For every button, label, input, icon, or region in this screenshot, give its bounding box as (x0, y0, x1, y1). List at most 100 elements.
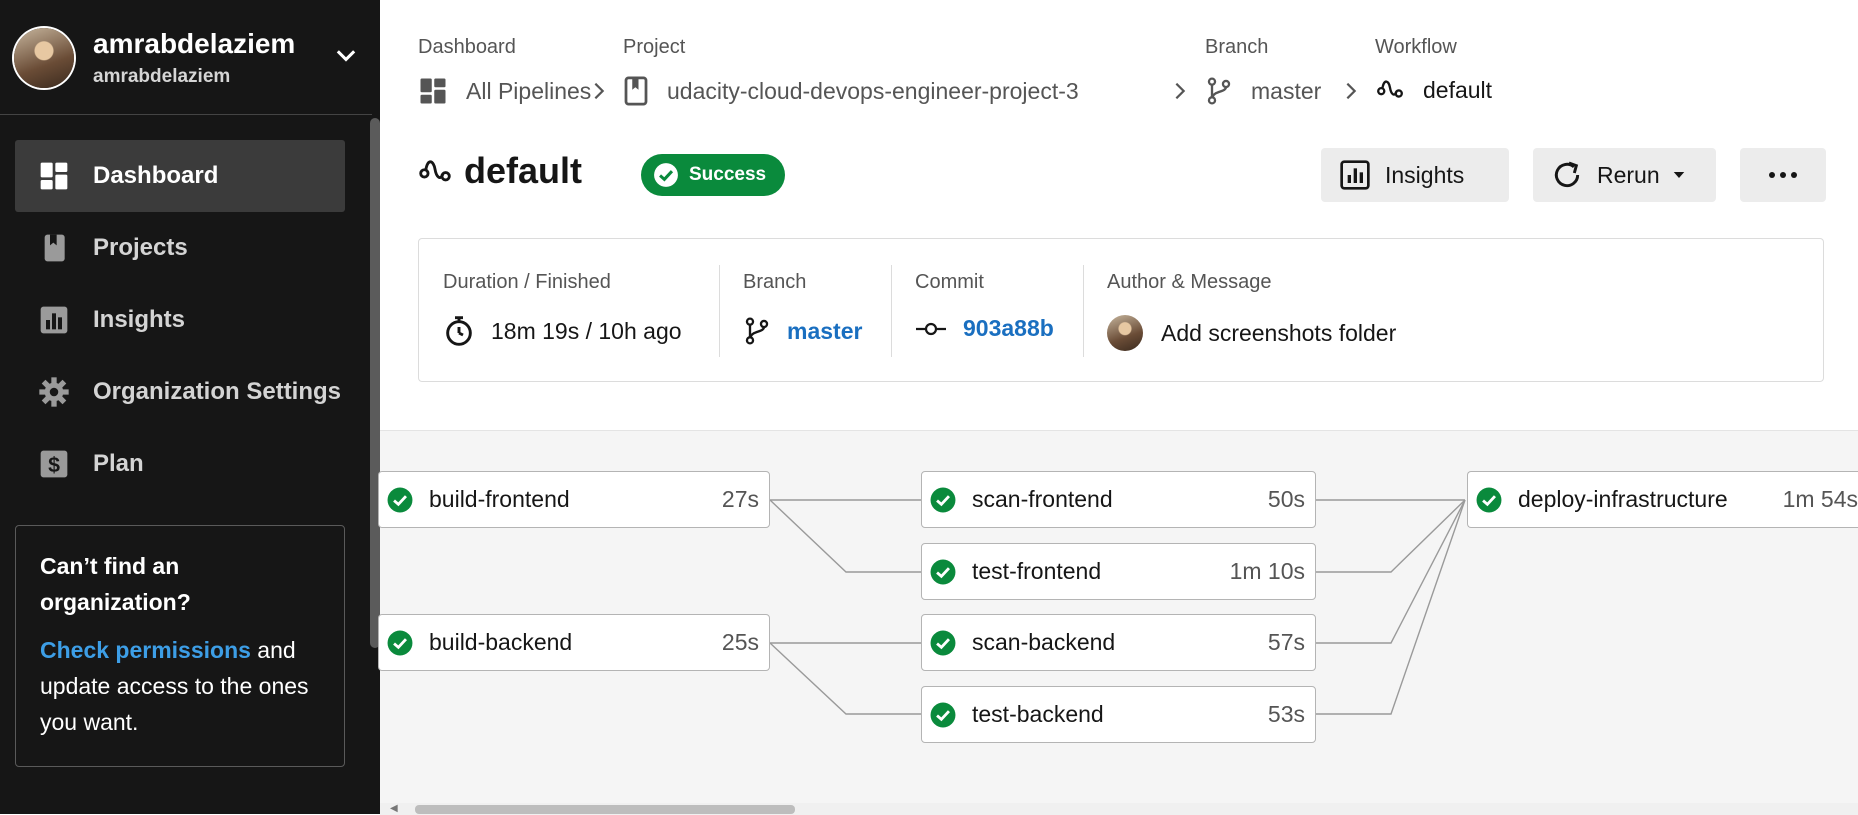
chevron-down-icon[interactable] (332, 42, 360, 70)
rerun-button[interactable]: Rerun (1533, 148, 1716, 202)
sidebar-item-plan[interactable]: $ Plan (15, 428, 345, 500)
job-name: build-frontend (429, 486, 570, 512)
sidebar: amrabdelaziem amrabdelaziem Dashboard Pr… (0, 0, 380, 814)
job-test-frontend[interactable]: test-frontend 1m 10s (921, 543, 1316, 600)
check-circle-icon (930, 630, 956, 655)
user-name: amrabdelaziem (93, 28, 296, 59)
check-circle-icon (387, 630, 413, 655)
divider (0, 114, 372, 115)
job-build-frontend[interactable]: build-frontend 27s (378, 471, 770, 528)
author-avatar (1107, 315, 1143, 351)
duration-label: Duration / Finished (443, 271, 611, 293)
crumb-dashboard[interactable]: Dashboard All Pipelines (418, 36, 591, 104)
job-deploy-infrastructure[interactable]: deploy-infrastructure 1m 54s (1467, 471, 1858, 528)
scroll-left-icon[interactable]: ◀ (390, 803, 398, 814)
crumb-label: Workflow (1375, 36, 1457, 58)
more-options-button[interactable] (1740, 148, 1826, 202)
sidebar-item-label: Organization Settings (93, 378, 342, 405)
sidebar-item-label: Plan (93, 450, 144, 477)
crumb-label: Project (623, 36, 686, 58)
sidebar-item-organization-settings[interactable]: Organization Settings (15, 356, 345, 428)
insights-label: Insights (1385, 161, 1465, 188)
crumb-value: default (1423, 76, 1493, 103)
divider (1083, 265, 1084, 357)
sidebar-item-label: Projects (93, 234, 188, 261)
check-circle-icon (387, 487, 413, 512)
check-permissions-link[interactable]: Check permissions (40, 637, 251, 663)
breadcrumb: Dashboard All Pipelines Project udacity-… (418, 36, 1858, 116)
check-circle-icon (930, 559, 956, 584)
workflow-icon (1377, 80, 1403, 98)
insights-button[interactable]: Insights (1321, 148, 1509, 202)
check-circle-icon (654, 163, 678, 187)
refresh-icon (1554, 161, 1580, 188)
user-handle: amrabdelaziem (93, 66, 231, 87)
help-card: Can’t find an organization? Check permis… (15, 525, 345, 767)
commit-icon (916, 322, 946, 335)
dashboard-icon (37, 159, 71, 193)
svg-text:$: $ (48, 453, 60, 477)
user-switcher[interactable]: amrabdelaziem amrabdelaziem (14, 28, 364, 88)
crumb-value: master (1251, 77, 1322, 104)
stopwatch-icon (446, 316, 472, 346)
job-duration: 1m 54s (1782, 486, 1858, 512)
check-circle-icon (930, 487, 956, 512)
sidebar-item-dashboard[interactable]: Dashboard (15, 140, 345, 212)
crumb-label: Branch (1205, 36, 1269, 58)
job-scan-backend[interactable]: scan-backend 57s (921, 614, 1316, 671)
job-build-backend[interactable]: build-backend 25s (378, 614, 770, 671)
check-circle-icon (1476, 487, 1502, 512)
more-icon (1769, 172, 1797, 178)
branch-label: Branch (743, 271, 807, 293)
author-label: Author & Message (1107, 271, 1272, 293)
job-duration: 27s (721, 486, 759, 512)
job-name: scan-frontend (972, 486, 1113, 512)
page-title: default (464, 150, 583, 191)
chevron-right-icon (1346, 82, 1357, 100)
status-text: Success (689, 164, 767, 185)
dashboard-icon (420, 78, 446, 104)
branch-icon (1207, 77, 1231, 105)
workflow-icon (419, 160, 451, 182)
crumb-workflow[interactable]: Workflow default (1375, 36, 1492, 103)
job-scan-frontend[interactable]: scan-frontend 50s (921, 471, 1316, 528)
branch-link[interactable]: master (787, 318, 862, 345)
avatar (14, 28, 74, 88)
job-name: test-backend (972, 701, 1104, 727)
status-badge: Success (641, 154, 785, 196)
gear-icon (37, 375, 71, 409)
job-name: scan-backend (972, 629, 1116, 655)
sidebar-item-projects[interactable]: Projects (15, 212, 345, 284)
sidebar-item-label: Insights (93, 306, 186, 333)
job-test-backend[interactable]: test-backend 53s (921, 686, 1316, 743)
rerun-label: Rerun (1597, 161, 1660, 188)
job-duration: 50s (1267, 486, 1305, 512)
crumb-value: All Pipelines (466, 77, 592, 104)
job-duration: 53s (1267, 701, 1305, 727)
sidebar-nav: Dashboard Projects Insights Organization… (15, 140, 345, 500)
job-duration: 25s (721, 629, 759, 655)
job-name: test-frontend (972, 558, 1102, 584)
bar-chart-icon (37, 303, 71, 337)
job-duration: 1m 10s (1229, 558, 1305, 584)
workflow-graph: build-frontend 27s build-backend 25s sca… (378, 430, 1858, 815)
job-name: build-backend (429, 629, 573, 655)
crumb-project[interactable]: Project udacity-cloud-devops-engineer-pr… (623, 36, 1079, 106)
dollar-icon: $ (37, 447, 71, 481)
sidebar-item-label: Dashboard (93, 162, 219, 189)
job-name: deploy-infrastructure (1518, 486, 1728, 512)
workflow-info-card: Duration / Finished 18m 19s / 10h ago Br… (418, 238, 1824, 382)
crumb-branch[interactable]: Branch master (1205, 36, 1321, 105)
sidebar-scrollbar[interactable] (370, 118, 380, 648)
help-title: Can’t find an organization? (40, 553, 191, 615)
bar-chart-icon (1340, 160, 1370, 190)
sidebar-item-insights[interactable]: Insights (15, 284, 345, 356)
scrollbar-thumb[interactable] (415, 805, 795, 814)
job-duration: 57s (1267, 629, 1305, 655)
divider (891, 265, 892, 357)
help-body: Check permissions and update access to t… (40, 632, 320, 740)
crumb-label: Dashboard (418, 36, 516, 58)
commit-link[interactable]: 903a88b (963, 315, 1054, 342)
divider (719, 265, 720, 357)
horizontal-scrollbar[interactable]: ◀ (380, 803, 1858, 815)
